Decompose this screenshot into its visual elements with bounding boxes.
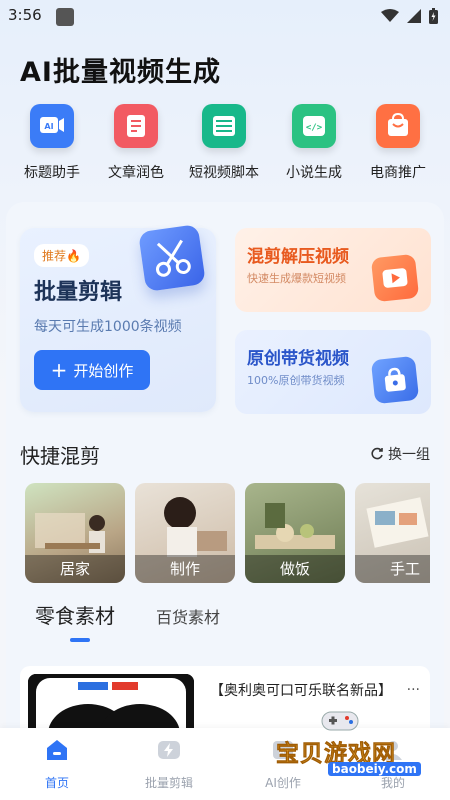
user-icon [384,741,402,760]
svg-text:AI: AI [44,122,53,131]
nav-batch-edit-label: 批量剪辑 [144,776,193,790]
mix-video-card[interactable]: 混剪解压视频 快速生成爆款短视频 [235,228,431,312]
tool-label: 标题助手 [24,165,80,181]
tool-ecommerce[interactable]: 电商推广 [356,104,440,182]
nav-ai-create-label: AI创作 [265,776,301,790]
quick-mix-item-cook[interactable]: 做饭 [245,483,345,583]
script-icon [202,104,246,148]
lightning-icon [158,741,180,759]
nav-ai-create[interactable]: AI AI创作 [238,736,328,791]
start-create-label: 开始创作 [73,361,134,380]
quick-mix-list: 居家 制作 做饭 手工 [25,483,430,583]
status-icons [381,8,438,24]
bottom-nav: 首页 批量剪辑 AI AI创作 我的 [0,728,450,800]
tool-label: 短视频脚本 [189,165,259,181]
nav-home-label: 首页 [44,776,69,790]
product-title: 【奥利奥可口可乐联名新品】 [210,683,392,699]
ai-create-icon: AI [273,741,293,759]
quick-mix-label: 手工 [355,555,430,583]
nav-batch-edit[interactable]: 批量剪辑 [124,736,214,791]
document-icon [114,104,158,148]
quick-mix-item-make[interactable]: 制作 [135,483,235,583]
nav-mine-label: 我的 [380,776,405,790]
nav-mine[interactable]: 我的 [348,736,438,791]
quick-mix-item-home[interactable]: 居家 [25,483,125,583]
recommend-badge: 推荐🔥 [34,244,89,267]
shopping-bag-icon [376,104,420,148]
notification-icon [56,8,74,26]
svg-text:</>: </> [306,123,323,133]
mix-video-subtitle: 快速生成爆款短视频 [247,272,346,285]
tab-snack-material[interactable]: 零食素材 [35,600,115,629]
svg-text:AI: AI [279,747,287,756]
ai-title-icon: AI [30,104,74,148]
original-video-card[interactable]: 原创带货视频 100%原创带货视频 [235,330,431,414]
tool-title-helper[interactable]: AI 标题助手 [10,104,94,182]
tool-article-polish[interactable]: 文章润色 [94,104,178,182]
tool-label: 小说生成 [286,165,342,181]
refresh-icon [371,447,383,460]
code-icon: </> [292,104,336,148]
quick-mix-label: 做饭 [245,555,345,583]
refresh-label: 换一组 [388,447,430,463]
status-bar: 3:56 [0,0,450,32]
more-icon[interactable]: ... [407,678,420,694]
tool-label: 电商推广 [370,165,426,181]
tool-video-script[interactable]: 短视频脚本 [182,104,266,182]
video-play-icon [370,253,420,303]
battery-icon [429,8,438,24]
quick-mix-item-craft[interactable]: 手工 [355,483,430,583]
original-video-title: 原创带货视频 [247,349,349,369]
tab-indicator [70,638,90,642]
batch-edit-subtitle: 每天可生成1000条视频 [34,319,182,335]
tool-novel-gen[interactable]: </> 小说生成 [272,104,356,182]
status-time: 3:56 [8,6,42,24]
original-video-subtitle: 100%原创带货视频 [247,374,345,387]
batch-edit-title: 批量剪辑 [34,280,123,305]
tab-goods-material[interactable]: 百货素材 [156,604,220,628]
shopping-bag-icon [370,355,420,405]
page-title: AI批量视频生成 [20,57,221,88]
quick-mix-title: 快捷混剪 [20,444,100,468]
scissors-icon [138,224,206,292]
home-icon [47,740,67,760]
wifi-icon [381,9,399,22]
plus-icon: + [50,358,68,382]
refresh-button[interactable]: 换一组 [370,444,430,464]
nav-home[interactable]: 首页 [12,736,102,791]
tool-row: AI 标题助手 文章润色 短视频脚本 </> 小说生成 电商推广 [0,104,450,184]
start-create-button[interactable]: + 开始创作 [34,350,150,390]
quick-mix-label: 居家 [25,555,125,583]
signal-icon [407,9,421,23]
mix-video-title: 混剪解压视频 [247,247,349,267]
quick-mix-label: 制作 [135,555,235,583]
tool-label: 文章润色 [108,165,164,181]
